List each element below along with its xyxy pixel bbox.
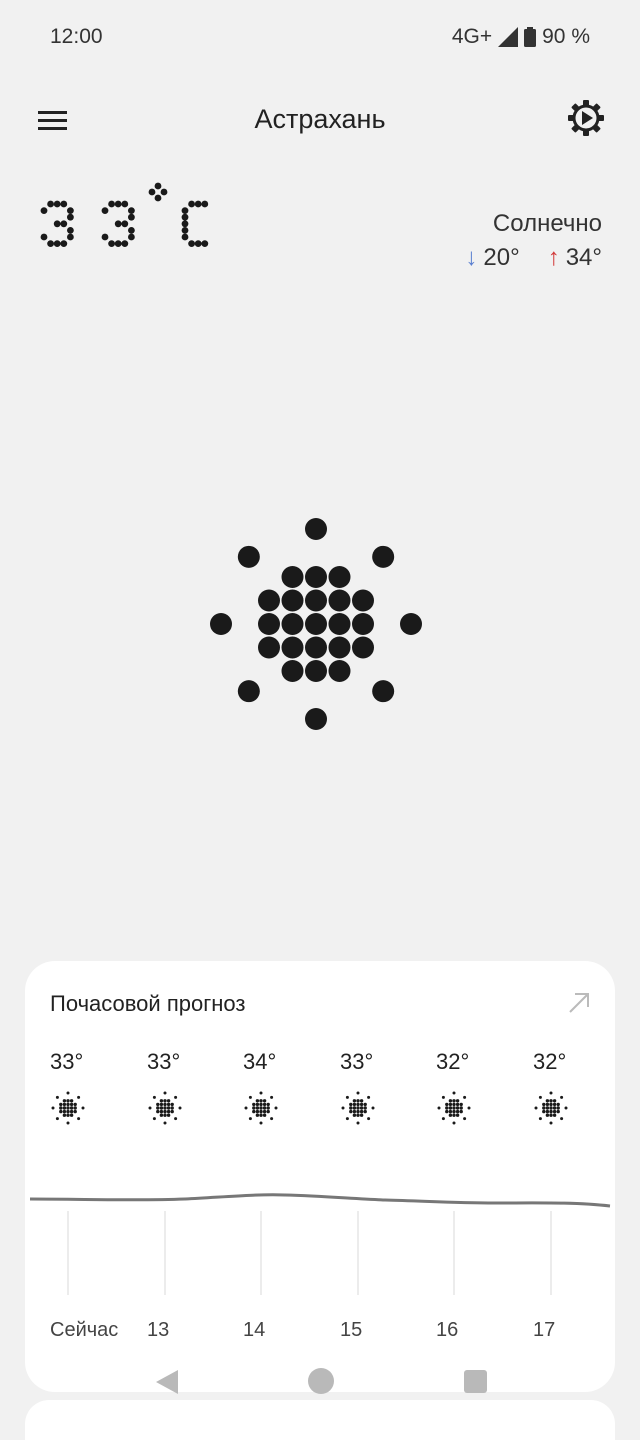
hour-column[interactable]: 32° 17 [533,961,629,1392]
triangle-back-icon[interactable] [154,1368,180,1396]
battery-icon [524,27,537,47]
square-recents-icon[interactable] [464,1370,487,1393]
hour-column[interactable]: 34° 14 [243,961,339,1392]
hour-divider [550,1211,552,1295]
arrow-down-icon: ↓ [465,244,478,271]
dot-matrix-temperature [40,182,209,247]
hour-temp: 32° [436,1049,470,1074]
hour-column[interactable]: 33° 15 [340,961,436,1392]
settings-button[interactable] [566,98,606,138]
sun-icon [341,1091,375,1125]
min-max-temps: ↓ 20° ↑ 34° [465,244,602,272]
navigation-bar [0,1356,640,1406]
hour-label: 14 [243,1319,266,1341]
hour-column[interactable]: 33° 13 [147,961,243,1392]
next-card-peek [25,1400,615,1440]
arrow-up-icon: ↑ [547,244,560,271]
sun-icon [51,1091,85,1125]
status-icons: 4G+ 90 % [452,25,590,49]
status-time: 12:00 [50,25,103,48]
hour-label: Сейчас [50,1319,119,1341]
gear-settings-icon [568,100,604,136]
battery-percent: 90 % [542,25,590,48]
hour-divider [260,1211,262,1295]
sun-icon [148,1091,182,1125]
current-temperature: 33°C [38,182,238,268]
high-temp: 34° [565,244,602,271]
hour-temp: 33° [50,1049,84,1074]
sun-icon [534,1091,568,1125]
status-bar: 12:00 4G+ 90 % [0,0,640,74]
hour-temp: 33° [147,1049,181,1074]
sun-icon-graphic [210,518,422,730]
network-type: 4G+ [451,25,493,48]
app-bar: Астрахань [0,90,640,150]
hour-column[interactable]: 32° 16 [436,961,532,1392]
hourly-forecast-card[interactable]: Почасовой прогноз 33° Сейчас 33° 13 34° 14 33°… [25,961,615,1392]
circle-home-icon[interactable] [308,1368,334,1394]
hour-temp: 33° [340,1049,374,1074]
hour-temp: 34° [243,1049,277,1074]
hour-label: 16 [436,1319,459,1341]
sun-icon [437,1091,471,1125]
hour-divider [164,1211,166,1295]
hour-divider [453,1211,455,1295]
city-title[interactable]: Астрахань [0,104,640,135]
signal-icon [498,27,519,47]
condition-text: Солнечно [492,210,602,237]
hour-column[interactable]: 33° Сейчас [50,961,146,1392]
hour-divider [357,1211,359,1295]
hour-label: 13 [147,1319,170,1341]
hour-temp: 32° [533,1049,567,1074]
sun-icon [244,1091,278,1125]
hour-label: 17 [533,1319,556,1341]
hour-label: 15 [340,1319,363,1341]
sun-icon [206,514,426,734]
low-temp: 20° [483,244,520,271]
hour-divider [67,1211,69,1295]
